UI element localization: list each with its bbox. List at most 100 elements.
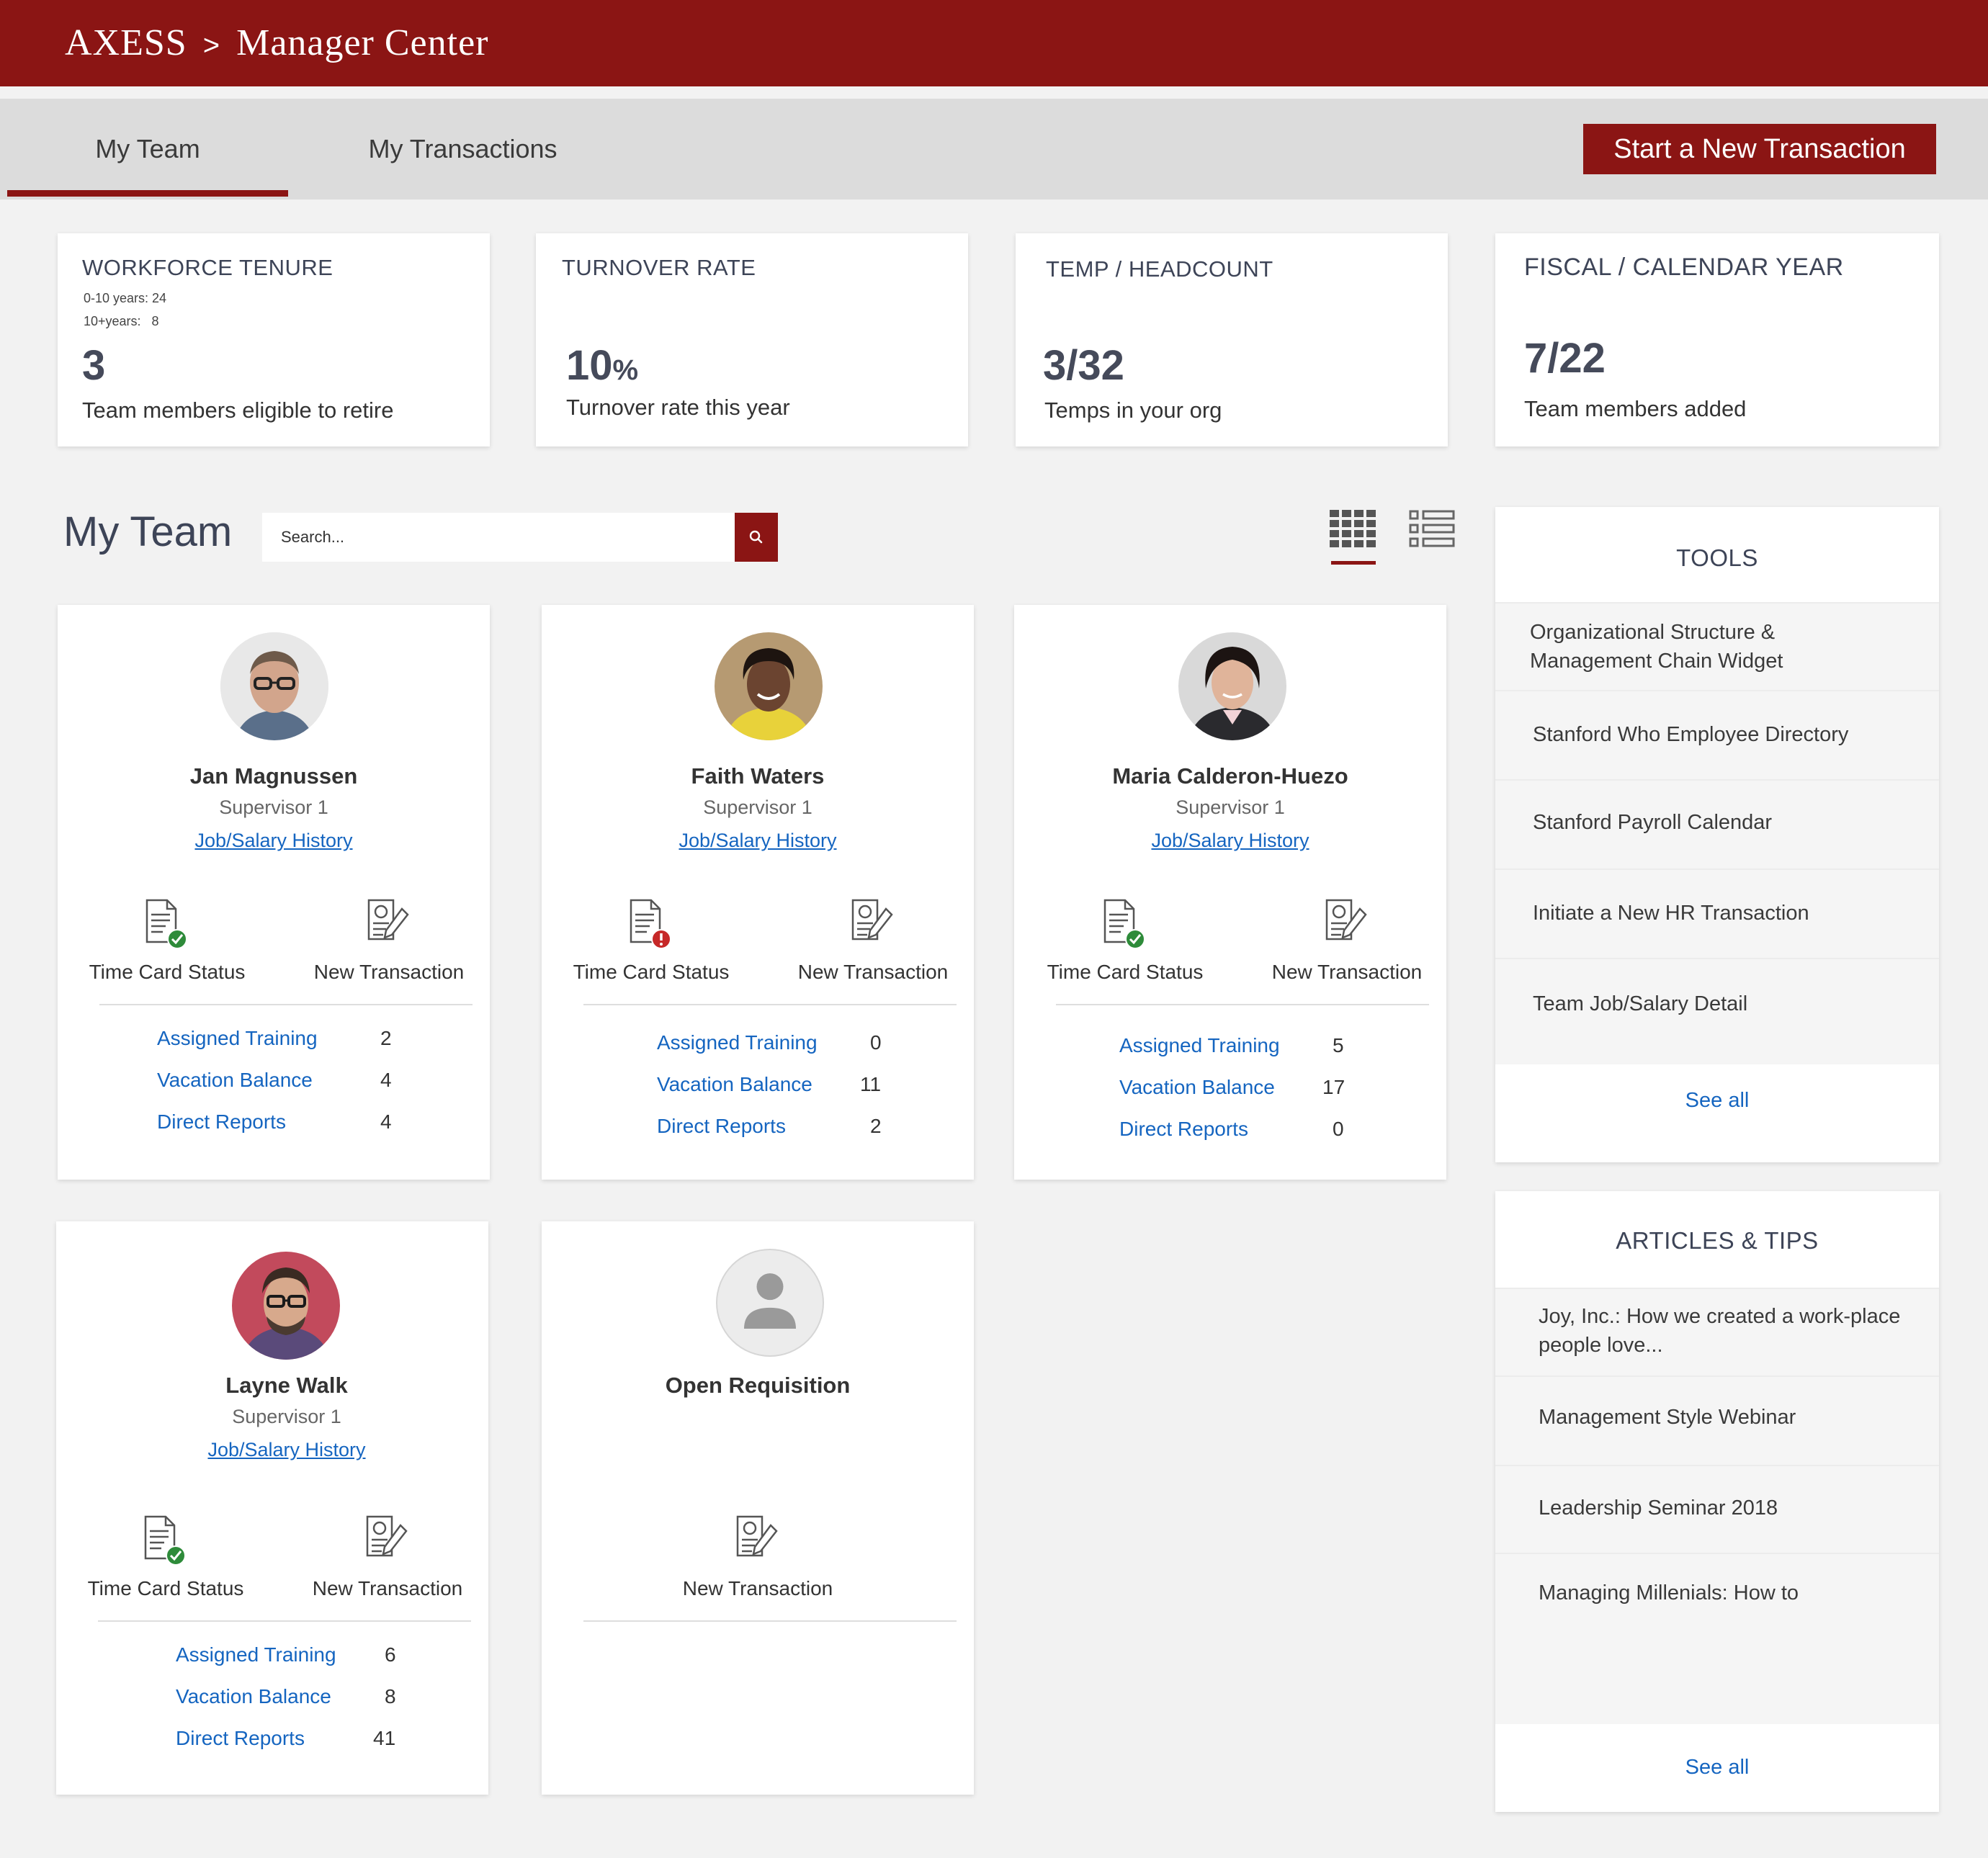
article-item[interactable]: Joy, Inc.: How we created a work-place p… xyxy=(1495,1288,1939,1375)
stat-value: 7/22 xyxy=(1524,335,1606,382)
list-view-icon xyxy=(1409,510,1455,547)
time-card-status-button[interactable]: Time Card Status xyxy=(81,899,254,992)
direct-reports-value: 41 xyxy=(373,1727,396,1749)
direct-reports-link[interactable]: Direct Reports xyxy=(657,1115,786,1138)
article-item-label: Managing Millenials: How to xyxy=(1539,1581,1799,1605)
job-salary-history-link[interactable]: Job/Salary History xyxy=(1014,830,1446,852)
job-salary-history-link[interactable]: Job/Salary History xyxy=(542,830,974,852)
tab-my-team[interactable]: My Team xyxy=(7,99,288,199)
new-transaction-button[interactable]: New Transaction xyxy=(303,899,475,992)
tool-item[interactable]: Stanford Payroll Calendar xyxy=(1495,779,1939,869)
document-icon xyxy=(144,1515,186,1566)
member-name: Layne Walk xyxy=(225,1373,348,1398)
assigned-training-value: 2 xyxy=(380,1027,392,1049)
stat-card-workforce-tenure: WORKFORCE TENURE 0-10 years: 24 10+years… xyxy=(58,233,490,446)
assigned-training-link[interactable]: Assigned Training xyxy=(176,1643,336,1666)
vacation-balance-value: 4 xyxy=(380,1069,392,1091)
stat-value: 3/32 xyxy=(1043,342,1124,389)
job-salary-history-link[interactable]: Job/Salary History xyxy=(71,1439,503,1461)
start-new-transaction-button[interactable]: Start a New Transaction xyxy=(1583,124,1936,174)
assigned-training-value: 5 xyxy=(1333,1034,1344,1056)
document-edit-icon xyxy=(367,899,409,941)
time-card-status-label: Time Card Status xyxy=(573,961,730,983)
stat-title: TURNOVER RATE xyxy=(562,255,756,280)
open-requisition-card: Open Requisition New Transaction xyxy=(542,1221,974,1795)
direct-reports-link[interactable]: Direct Reports xyxy=(1119,1118,1248,1141)
tools-see-all-link[interactable]: See all xyxy=(1495,1089,1939,1113)
tool-item[interactable]: Organizational Structure & Management Ch… xyxy=(1495,602,1939,690)
stat-description: Temps in your org xyxy=(1044,398,1222,423)
vacation-balance-link[interactable]: Vacation Balance xyxy=(157,1069,313,1092)
divider xyxy=(583,1004,957,1005)
article-item[interactable]: Leadership Seminar 2018 xyxy=(1495,1465,1939,1553)
article-item[interactable]: Management Style Webinar xyxy=(1495,1375,1939,1465)
stat-title: FISCAL / CALENDAR YEAR xyxy=(1524,253,1844,281)
breadcrumb-current: Manager Center xyxy=(236,22,489,63)
articles-see-all-link[interactable]: See all xyxy=(1495,1756,1939,1780)
time-card-status-button[interactable]: Time Card Status xyxy=(79,1515,252,1609)
tool-item[interactable]: Stanford Who Employee Directory xyxy=(1495,690,1939,779)
vacation-balance-value: 17 xyxy=(1322,1076,1346,1098)
assigned-training-link[interactable]: Assigned Training xyxy=(657,1031,818,1054)
breadcrumb-app[interactable]: AXESS xyxy=(65,22,187,63)
article-item[interactable]: Managing Millenials: How to xyxy=(1495,1553,1939,1724)
member-name: Maria Calderon-Huezo xyxy=(1112,763,1348,789)
tool-item-label: Organizational Structure & Management Ch… xyxy=(1530,621,1783,673)
direct-reports-value: 4 xyxy=(380,1110,392,1133)
articles-panel: ARTICLES & TIPS Joy, Inc.: How we create… xyxy=(1495,1191,1939,1812)
job-salary-history-link[interactable]: Job/Salary History xyxy=(58,830,490,852)
stat-value: 3 xyxy=(82,342,106,389)
new-transaction-label: New Transaction xyxy=(682,1577,833,1599)
person-icon xyxy=(743,1273,797,1329)
vacation-balance-value: 11 xyxy=(860,1073,882,1095)
check-circle-icon xyxy=(167,929,187,949)
time-card-status-button[interactable]: Time Card Status xyxy=(565,899,738,992)
vacation-balance-link[interactable]: Vacation Balance xyxy=(657,1073,812,1096)
article-item-label: Leadership Seminar 2018 xyxy=(1539,1496,1778,1520)
tool-item-label: Stanford Who Employee Directory xyxy=(1533,723,1849,746)
avatar xyxy=(715,632,823,740)
breadcrumb-separator: > xyxy=(202,30,221,61)
stat-title: TEMP / HEADCOUNT xyxy=(1046,256,1273,282)
stat-value: 10% xyxy=(566,342,639,389)
stat-card-fiscal-calendar-year: FISCAL / CALENDAR YEAR 7/22 Team members… xyxy=(1495,233,1939,446)
new-transaction-button[interactable]: New Transaction xyxy=(671,1515,844,1609)
new-transaction-button[interactable]: New Transaction xyxy=(301,1515,474,1609)
divider xyxy=(1056,1004,1429,1005)
tool-item-label: Team Job/Salary Detail xyxy=(1533,992,1748,1015)
new-transaction-label: New Transaction xyxy=(312,1577,463,1599)
stat-description: Team members eligible to retire xyxy=(82,398,394,423)
vacation-balance-link[interactable]: Vacation Balance xyxy=(176,1685,331,1708)
assigned-training-link[interactable]: Assigned Training xyxy=(1119,1034,1280,1057)
assigned-training-link[interactable]: Assigned Training xyxy=(157,1027,318,1050)
search-button[interactable] xyxy=(735,513,778,562)
grid-view-toggle[interactable] xyxy=(1330,510,1377,565)
tool-item[interactable]: Team Job/Salary Detail xyxy=(1495,958,1939,1064)
direct-reports-link[interactable]: Direct Reports xyxy=(157,1110,286,1134)
member-role: Supervisor 1 xyxy=(1176,796,1285,818)
list-view-toggle[interactable] xyxy=(1409,510,1455,547)
assigned-training-value: 0 xyxy=(870,1031,882,1054)
new-transaction-button[interactable]: New Transaction xyxy=(787,899,959,992)
direct-reports-link[interactable]: Direct Reports xyxy=(176,1727,305,1750)
search-input[interactable] xyxy=(262,513,735,562)
stat-description: Turnover rate this year xyxy=(566,395,790,420)
time-card-status-button[interactable]: Time Card Status xyxy=(1039,899,1212,992)
document-icon xyxy=(630,899,671,949)
vacation-balance-link[interactable]: Vacation Balance xyxy=(1119,1076,1275,1099)
time-card-status-label: Time Card Status xyxy=(1047,961,1204,983)
tab-my-transactions[interactable]: My Transactions xyxy=(339,99,587,199)
member-role: Supervisor 1 xyxy=(219,796,328,818)
direct-reports-value: 0 xyxy=(1333,1118,1344,1140)
tool-item-label: Initiate a New HR Transaction xyxy=(1533,902,1809,925)
stat-detail: 0-10 years: 24 xyxy=(84,291,167,305)
divider xyxy=(583,1620,957,1622)
stat-unit: % xyxy=(612,354,639,386)
new-transaction-button[interactable]: New Transaction xyxy=(1261,899,1433,992)
team-member-card: Maria Calderon-Huezo Supervisor 1 Job/Sa… xyxy=(1014,605,1446,1180)
team-member-card: Jan Magnussen Supervisor 1 Job/Salary Hi… xyxy=(58,605,490,1180)
tool-item[interactable]: Initiate a New HR Transaction xyxy=(1495,869,1939,958)
tool-item-label: Stanford Payroll Calendar xyxy=(1533,811,1773,834)
document-edit-icon xyxy=(736,1515,778,1557)
avatar xyxy=(232,1252,340,1360)
